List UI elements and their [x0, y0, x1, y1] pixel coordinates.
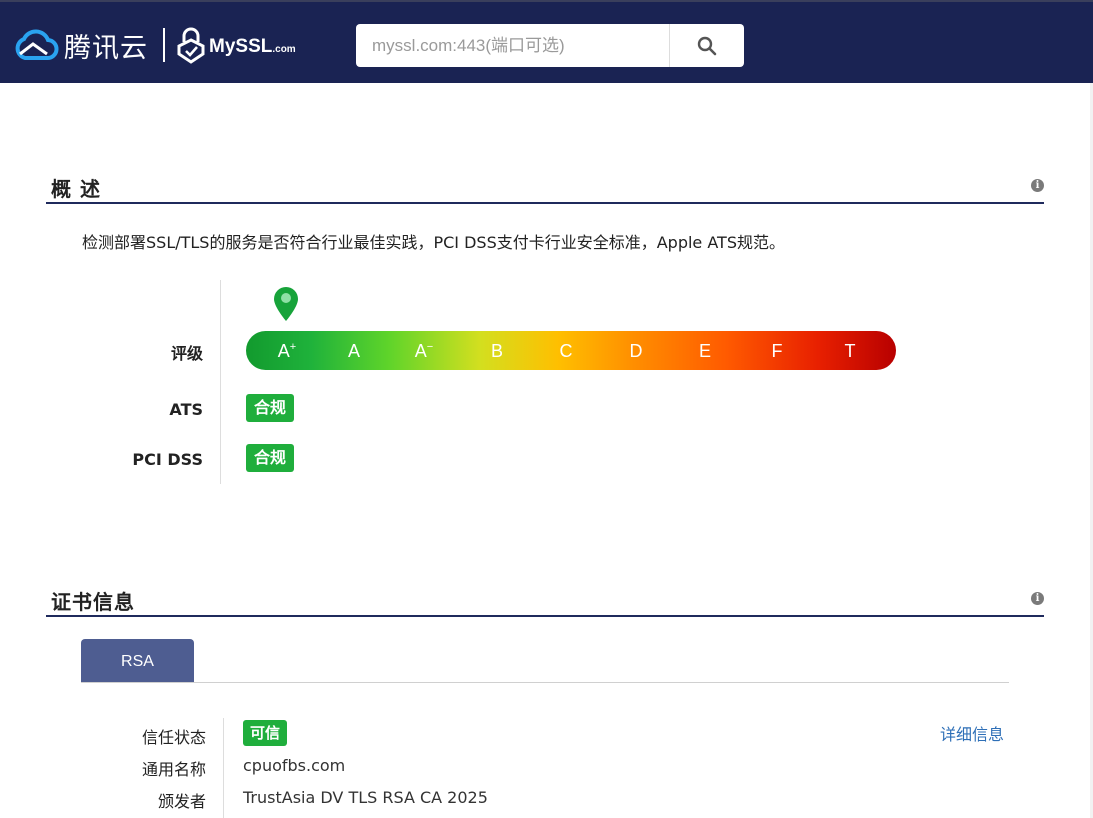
- ats-label: ATS: [169, 400, 203, 419]
- trust-status-badge: 可信: [243, 720, 288, 746]
- grade-label: 评级: [170, 344, 203, 363]
- certificate-title: 证书信息: [51, 590, 135, 614]
- grade-modifier: −: [426, 341, 434, 353]
- overview-info-icon[interactable]: i: [1031, 179, 1044, 192]
- myssl-lock-icon: [177, 27, 205, 64]
- grade-letter-text: A: [414, 341, 427, 361]
- detail-info-link[interactable]: 详细信息: [940, 721, 1004, 745]
- grade-e: E: [698, 341, 711, 361]
- tencent-cloud-brand[interactable]: 腾讯云: [64, 26, 148, 65]
- grade-divider: [220, 280, 221, 484]
- grade-f: F: [771, 341, 783, 361]
- grade-modifier: +: [289, 341, 297, 353]
- overview-divider: [46, 202, 1044, 204]
- search-box: [356, 24, 744, 67]
- myssl-brand-text: MySSL: [209, 36, 273, 57]
- issuer-label: 颁发者: [157, 792, 206, 811]
- common-name-label: 通用名称: [141, 760, 206, 779]
- search-button[interactable]: [669, 24, 744, 67]
- myssl-brand[interactable]: MySSL.com: [209, 36, 296, 58]
- search-input[interactable]: [356, 24, 669, 67]
- grade-a: A: [347, 341, 360, 361]
- top-navbar: 腾讯云 MySSL.com: [0, 0, 1093, 83]
- trust-status-label: 信任状态: [141, 728, 206, 747]
- grade-a-plus: A+: [267, 341, 307, 362]
- certificate-divider-vertical: [223, 718, 224, 818]
- current-grade-marker-icon: [274, 287, 298, 321]
- tab-rsa[interactable]: RSA: [81, 639, 194, 682]
- grade-c: C: [559, 341, 573, 361]
- tab-underline: [81, 682, 1009, 683]
- main-content: 概 述 i 检测部署SSL/TLS的服务是否符合行业最佳实践，PCI DSS支付…: [0, 83, 1090, 818]
- grade-a-minus: A−: [404, 341, 444, 362]
- overview-title: 概 述: [51, 177, 101, 201]
- tencent-cloud-logo-icon[interactable]: [13, 28, 59, 62]
- pci-dss-label: PCI DSS: [132, 450, 203, 469]
- search-icon: [697, 36, 717, 55]
- pci-dss-status-badge: 合规: [246, 444, 295, 472]
- grade-t: T: [844, 341, 856, 361]
- overview-description: 检测部署SSL/TLS的服务是否符合行业最佳实践，PCI DSS支付卡行业安全标…: [82, 233, 785, 252]
- grade-d: D: [629, 341, 643, 361]
- grade-letter-text: A: [277, 341, 290, 361]
- certificate-divider: [46, 615, 1044, 617]
- myssl-brand-suffix: .com: [272, 44, 296, 55]
- ats-status-badge: 合规: [246, 394, 295, 422]
- common-name-value: cpuofbs.com: [243, 756, 346, 775]
- certificate-info-icon[interactable]: i: [1031, 592, 1044, 605]
- grade-b: B: [490, 341, 503, 361]
- issuer-value: TrustAsia DV TLS RSA CA 2025: [243, 788, 488, 807]
- logo-divider: [163, 28, 165, 62]
